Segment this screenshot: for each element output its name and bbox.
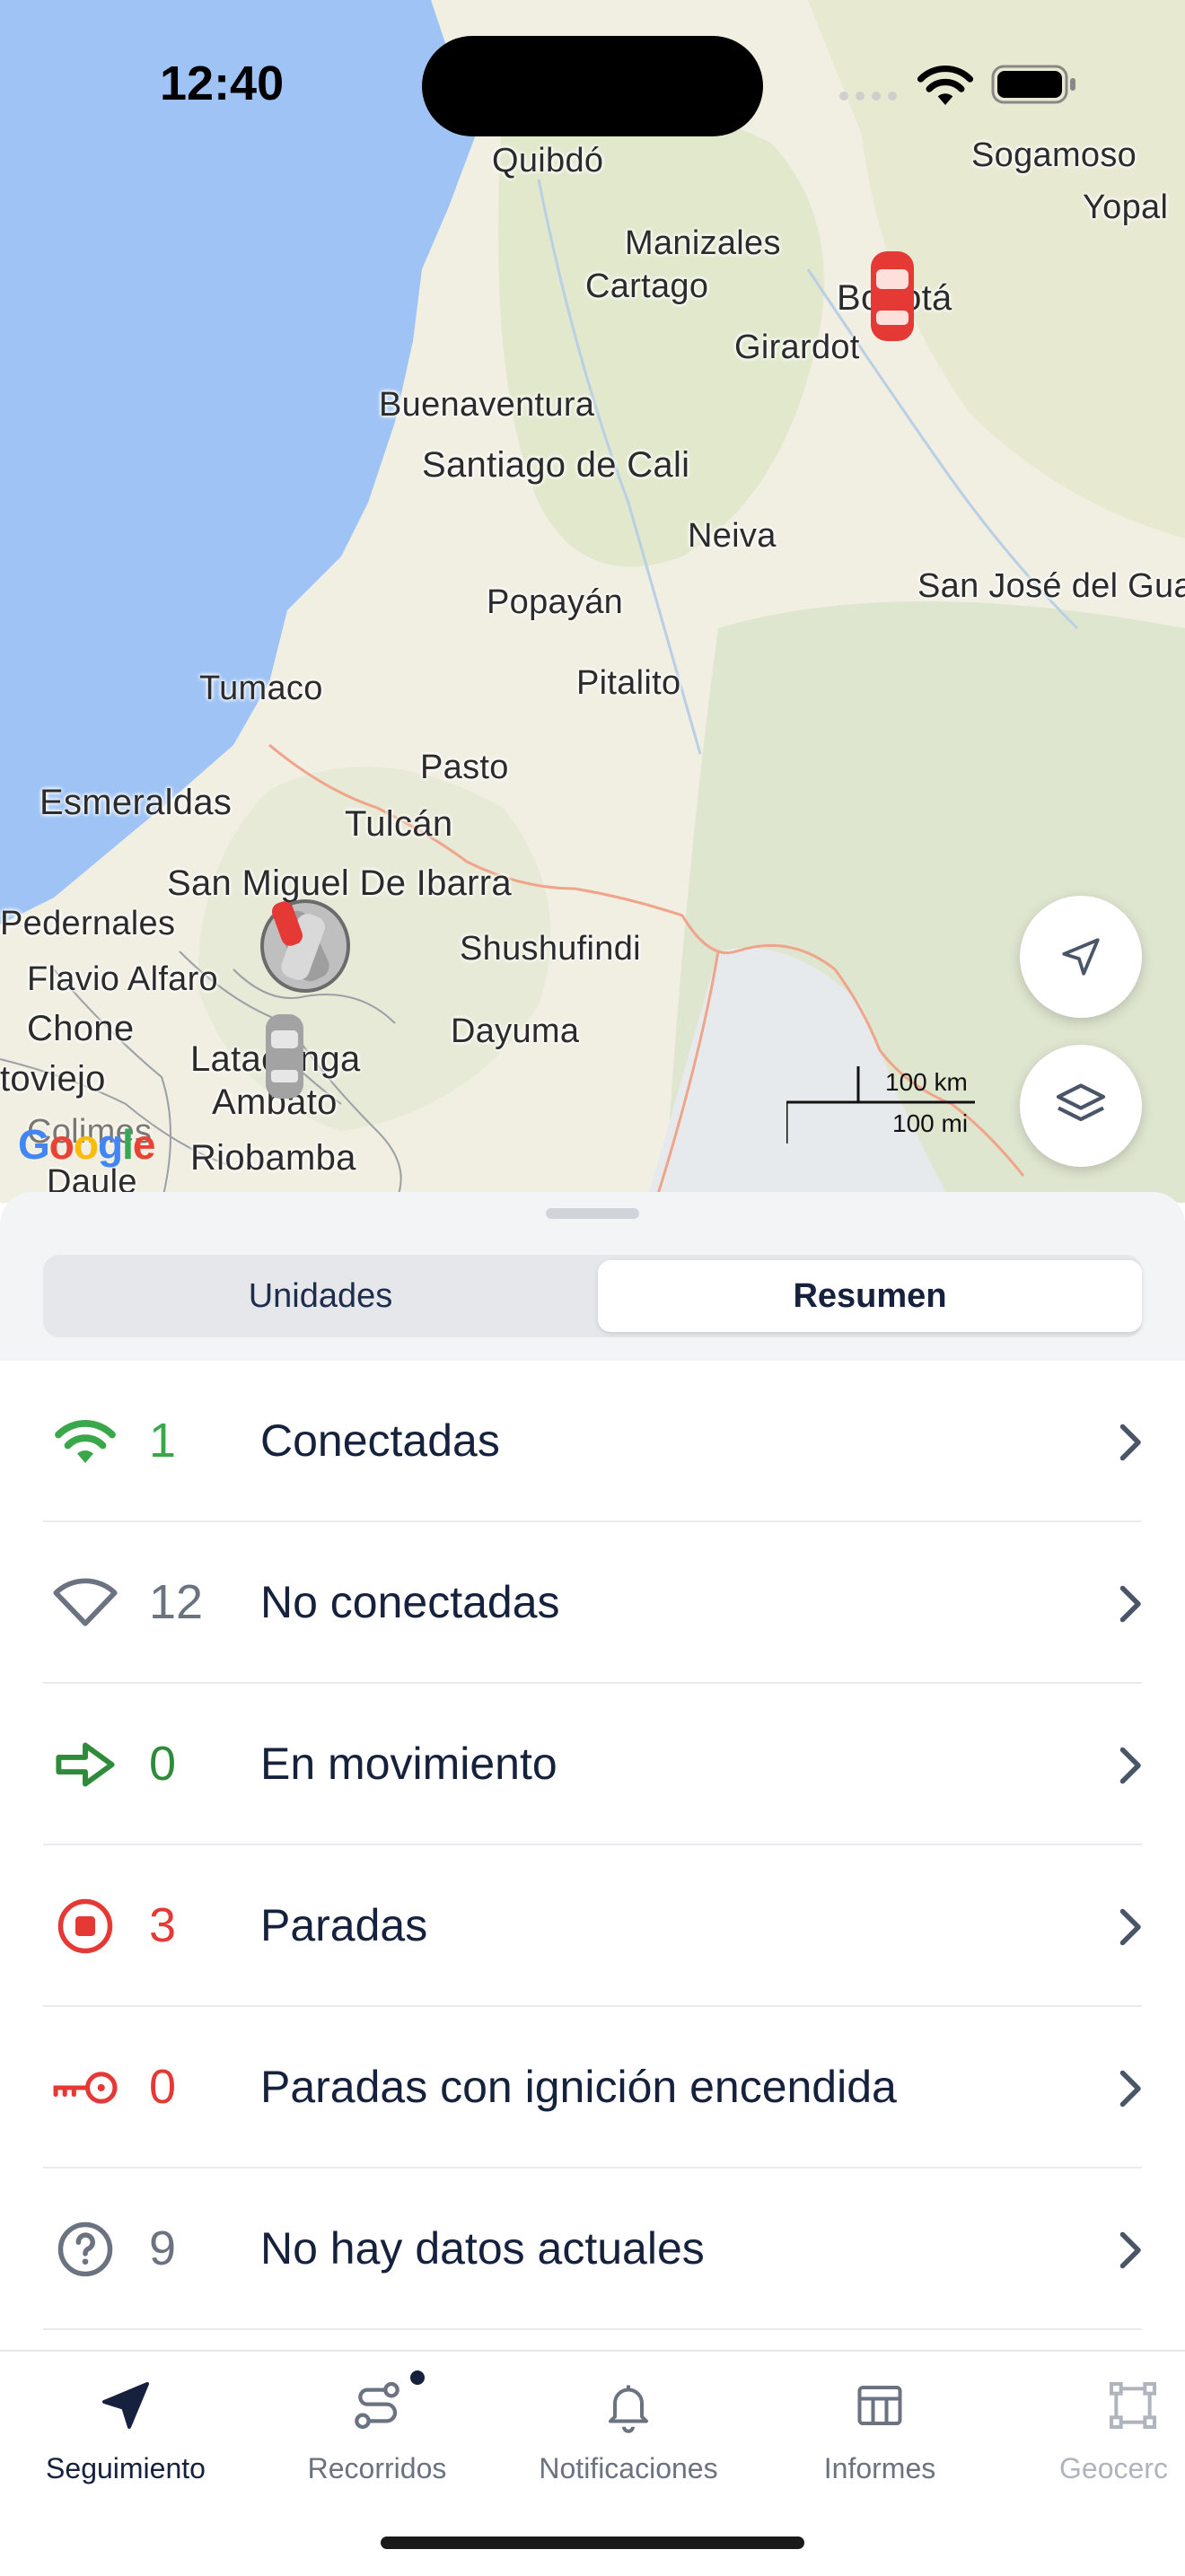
divider xyxy=(43,2328,1142,2330)
scale-km-label: 100 km xyxy=(885,1068,968,1096)
summary-label: Paradas xyxy=(260,1900,428,1950)
city-label: Shushufindi xyxy=(460,930,641,968)
city-label: Buenaventura xyxy=(379,386,595,424)
tab-unidades[interactable]: Unidades xyxy=(48,1260,592,1332)
city-label: Cartago xyxy=(585,267,709,305)
home-indicator[interactable] xyxy=(381,2537,804,2549)
badge-dot xyxy=(410,2370,425,2385)
city-label: San José del Gua xyxy=(917,567,1185,605)
map[interactable]: Quibdó Sogamoso Yopal Manizales Cartago … xyxy=(0,0,1185,1203)
chevron-right-icon xyxy=(1119,1747,1141,1784)
summary-row-conectadas[interactable]: 1 Conectadas xyxy=(0,1361,1185,1522)
tab-resumen[interactable]: Resumen xyxy=(598,1260,1142,1332)
city-label: toviejo xyxy=(0,1059,106,1099)
summary-label: En movimiento xyxy=(260,1739,557,1789)
chevron-right-icon xyxy=(1119,1585,1141,1623)
tab-seguimiento[interactable]: Seguimiento xyxy=(0,2370,251,2485)
summary-label: Paradas con ignición encendida xyxy=(260,2062,897,2112)
city-label: Chone xyxy=(27,1009,135,1048)
layers-button[interactable] xyxy=(1020,1045,1142,1167)
city-label: Sogamoso xyxy=(971,136,1137,174)
status-time: 12:40 xyxy=(160,57,285,110)
locate-button[interactable] xyxy=(1020,896,1142,1018)
summary-label: No hay datos actuales xyxy=(260,2223,705,2274)
key-icon xyxy=(47,2052,124,2124)
vehicle-marker[interactable] xyxy=(262,1012,307,1100)
city-label: Yopal xyxy=(1083,188,1169,226)
wifi-status-icon xyxy=(917,66,974,105)
wifi-off-icon xyxy=(47,1567,124,1639)
scale-mi-label: 100 mi xyxy=(892,1109,969,1137)
sheet-grabber[interactable] xyxy=(546,1208,639,1219)
navigation-arrow-icon xyxy=(0,2370,251,2441)
summary-row-en-movimiento[interactable]: 0 En movimiento xyxy=(0,1684,1185,1845)
summary-count: 12 xyxy=(149,1575,204,1629)
summary-count: 3 xyxy=(149,1898,177,1952)
sheet-header: Unidades Resumen xyxy=(0,1192,1185,1361)
tab-notificaciones[interactable]: Notificaciones xyxy=(503,2370,754,2485)
table-icon xyxy=(754,2370,1005,2441)
summary-count: 0 xyxy=(149,1737,177,1791)
summary-label: Conectadas xyxy=(260,1415,500,1466)
tab-label: Geocerc xyxy=(1059,2452,1168,2484)
tab-label: Recorridos xyxy=(307,2452,447,2484)
vehicle-cluster-marker[interactable] xyxy=(253,894,352,994)
tab-geocercas[interactable]: Geocerc xyxy=(1005,2370,1185,2485)
summary-count: 9 xyxy=(149,2221,177,2275)
battery-icon xyxy=(991,65,1075,104)
chevron-right-icon xyxy=(1119,1908,1141,1946)
tab-label: Informes xyxy=(823,2452,936,2484)
city-label: Flavio Alfaro xyxy=(27,960,218,998)
city-label: Esmeraldas xyxy=(40,783,233,822)
location-arrow-icon xyxy=(1062,938,1100,976)
city-label: Riobamba xyxy=(190,1138,356,1178)
route-icon xyxy=(251,2370,503,2441)
bell-icon xyxy=(503,2370,754,2441)
city-label: Santiago de Cali xyxy=(422,445,690,485)
question-icon xyxy=(47,2213,124,2285)
summary-row-paradas[interactable]: 3 Paradas xyxy=(0,1845,1185,2007)
dynamic-island xyxy=(422,36,763,136)
chevron-right-icon xyxy=(1119,2070,1141,2107)
signal-dots-icon xyxy=(839,92,897,101)
wifi-icon xyxy=(47,1406,124,1477)
summary-label: No conectadas xyxy=(260,1577,560,1627)
city-label: Girardot xyxy=(734,329,860,366)
summary-row-sin-datos[interactable]: 9 No hay datos actuales xyxy=(0,2169,1185,2330)
layers-icon xyxy=(1056,1083,1106,1122)
chevron-right-icon xyxy=(1119,1424,1141,1461)
stop-icon xyxy=(47,1890,124,1962)
city-label: Dayuma xyxy=(451,1012,580,1050)
city-label: Pitalito xyxy=(576,664,681,702)
tab-recorridos[interactable]: Recorridos xyxy=(251,2370,503,2485)
tab-label: Seguimiento xyxy=(46,2452,206,2484)
map-scale: 100 km 100 mi xyxy=(786,1065,975,1143)
tab-informes[interactable]: Informes xyxy=(754,2370,1005,2485)
segmented-control: Unidades Resumen xyxy=(43,1255,1142,1337)
summary-row-ignicion[interactable]: 0 Paradas con ignición encendida xyxy=(0,2007,1185,2169)
city-label: Popayán xyxy=(487,583,624,621)
summary-row-no-conectadas[interactable]: 12 No conectadas xyxy=(0,1522,1185,1684)
summary-count: 0 xyxy=(149,2060,177,2114)
city-label: Quibdó xyxy=(492,142,604,180)
google-logo: Google xyxy=(18,1121,155,1168)
city-label: Neiva xyxy=(688,517,777,555)
vehicle-marker[interactable] xyxy=(865,248,919,345)
city-label: Pasto xyxy=(420,749,509,786)
city-label: Tulcán xyxy=(345,804,453,844)
arrow-right-icon xyxy=(47,1729,124,1801)
chevron-right-icon xyxy=(1119,2231,1141,2269)
summary-count: 1 xyxy=(149,1414,177,1468)
city-label: Tumaco xyxy=(199,670,323,707)
geofence-icon xyxy=(1005,2370,1185,2441)
city-label: Pedernales xyxy=(0,905,176,942)
tab-label: Notificaciones xyxy=(539,2452,718,2484)
city-label: Manizales xyxy=(625,224,781,262)
